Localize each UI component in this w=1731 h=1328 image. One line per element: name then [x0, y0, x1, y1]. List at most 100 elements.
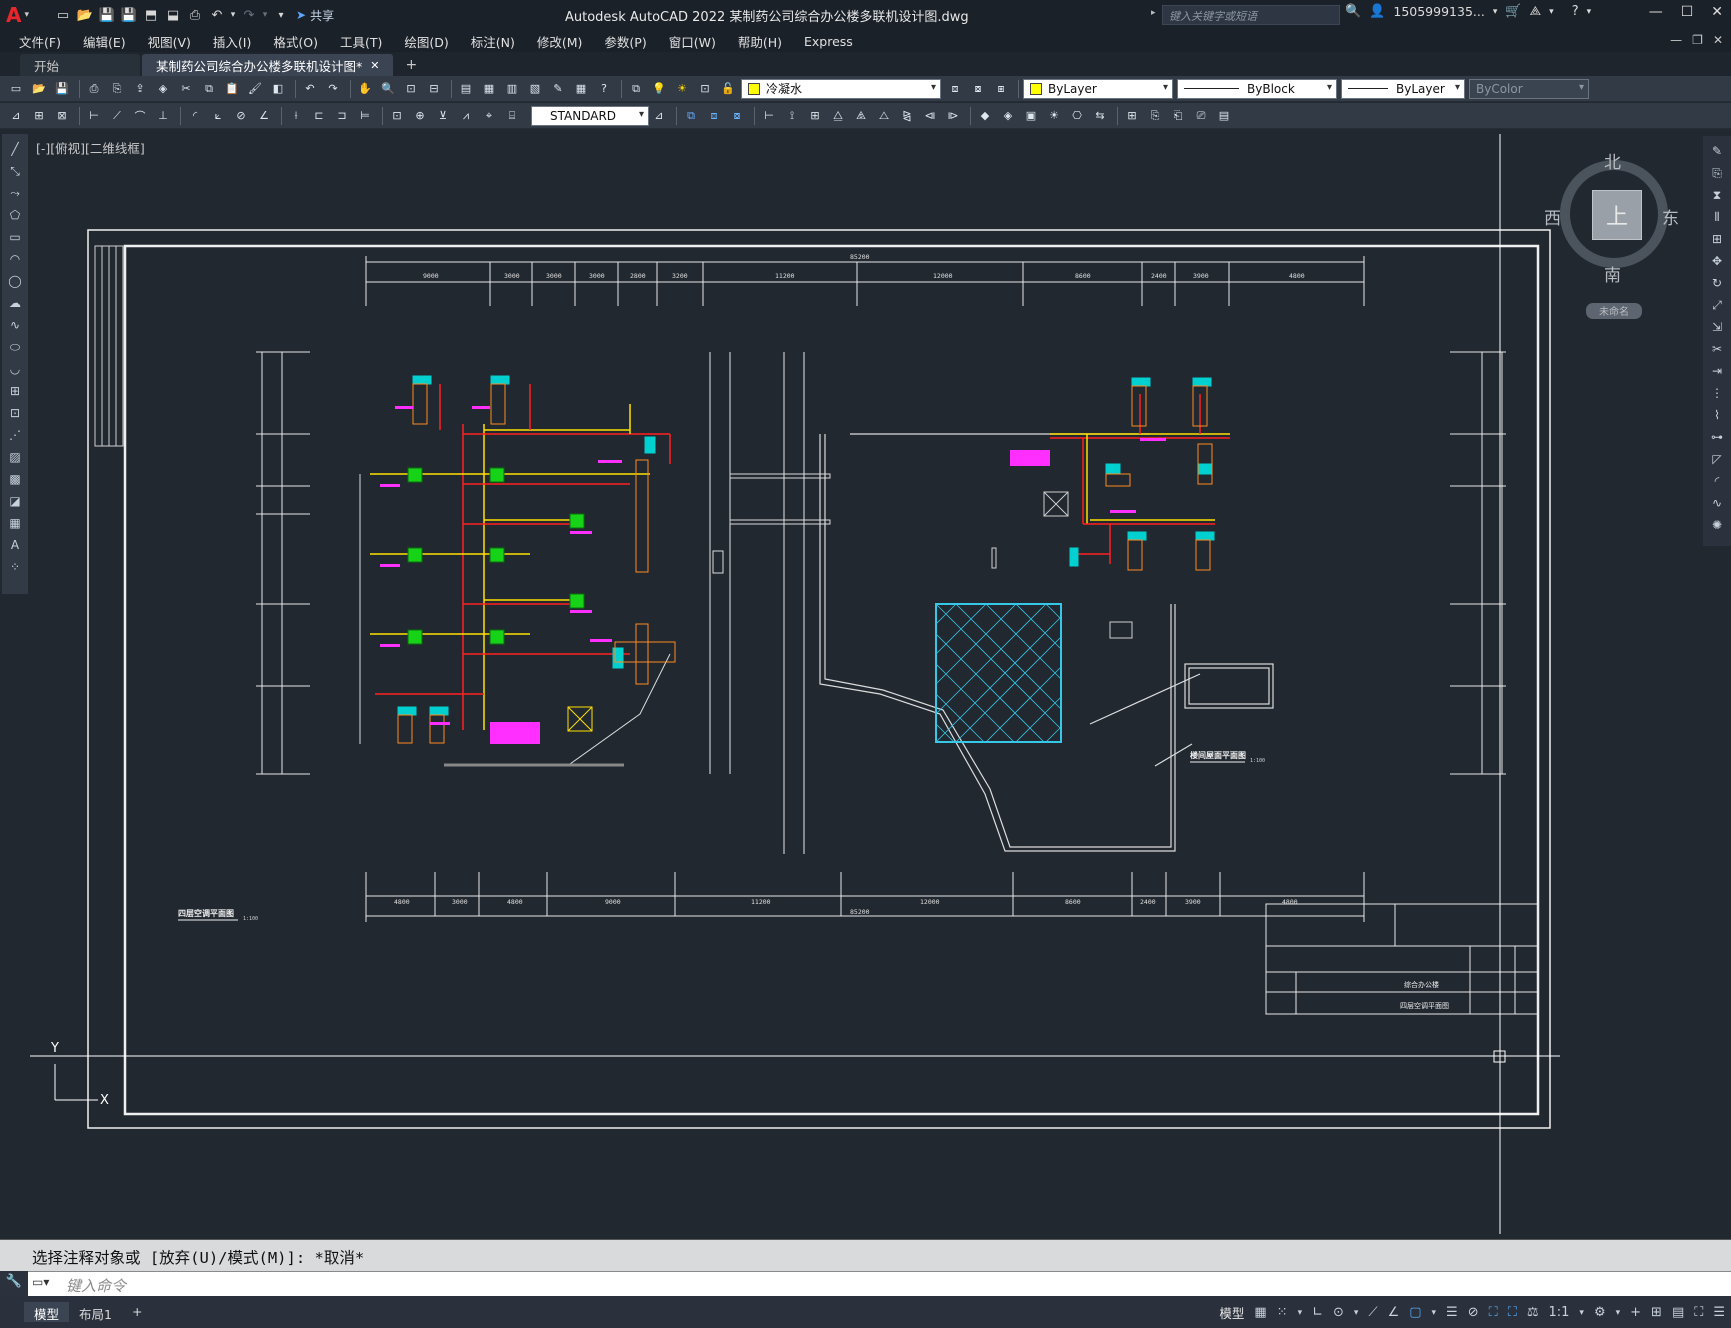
continue-dim-icon[interactable]: ⊐	[332, 106, 352, 126]
redo-dropdown-icon[interactable]: ▾	[260, 4, 270, 26]
autodesk-app-icon[interactable]: ⟁	[1530, 4, 1542, 19]
offset-icon[interactable]: ⫴	[1708, 208, 1726, 226]
menu-draw[interactable]: 绘图(D)	[393, 32, 459, 51]
layer-state-icon[interactable]: ⧆	[991, 79, 1011, 99]
search-input[interactable]: 键入关键字或短语	[1162, 5, 1340, 25]
ucs-3point-icon[interactable]: ⊞	[805, 106, 825, 126]
frame-icon[interactable]: ▤	[1214, 106, 1234, 126]
clean-screen-icon[interactable]: ⛶	[1694, 1305, 1703, 1320]
insert-image-icon[interactable]: ⊞	[1122, 106, 1142, 126]
annotation-scale-icon[interactable]: ⚖	[1527, 1305, 1539, 1320]
workspace-dropdown-icon[interactable]: ▾	[1616, 1308, 1621, 1318]
add-selected-icon[interactable]: ⁘	[6, 558, 24, 576]
undo-icon-2[interactable]: ↶	[300, 79, 320, 99]
properties-icon[interactable]: ▤	[456, 79, 476, 99]
walk-icon[interactable]: ⇆	[1090, 106, 1110, 126]
zoom-realtime-icon[interactable]: 🔍	[378, 79, 398, 99]
move-icon[interactable]: ✥	[1708, 252, 1726, 270]
new-icon[interactable]: ▭	[6, 79, 26, 99]
tolerance-icon[interactable]: ⊡	[387, 106, 407, 126]
viewcube[interactable]: 上 北 南 西 东 未命名	[1540, 148, 1690, 319]
doc-minimize-icon[interactable]: —	[1670, 33, 1682, 47]
arc-icon[interactable]: ◠	[6, 250, 24, 268]
open-file-icon[interactable]: 📂	[74, 4, 96, 26]
new-tab-icon[interactable]: +	[395, 54, 427, 76]
polyline-icon[interactable]: ⤳	[6, 184, 24, 202]
make-block-icon-2[interactable]: ⊡	[6, 404, 24, 422]
ucs-view-icon[interactable]: ⧍	[874, 106, 894, 126]
drawing-canvas[interactable]: 85200 9000 3000 3000 3000 2800 3200 1120…	[30, 134, 1695, 1234]
ucs-icon[interactable]: ⧉	[681, 106, 701, 126]
arc-length-icon[interactable]: ⌒	[130, 106, 150, 126]
user-name[interactable]: 1505999135...	[1393, 4, 1484, 19]
dim-edit-icon[interactable]: ⌖	[479, 106, 499, 126]
jogged-linear-icon[interactable]: ⩘	[456, 106, 476, 126]
annotation-visibility-icon[interactable]: ⛶	[1489, 1305, 1498, 1320]
help-icon-2[interactable]: ?	[594, 79, 614, 99]
menu-parametric[interactable]: 参数(P)	[593, 32, 657, 51]
customization-icon[interactable]: ☰	[1713, 1305, 1725, 1320]
spline-icon[interactable]: ∿	[6, 316, 24, 334]
color-dropdown[interactable]: ByLayer ▾	[1023, 78, 1173, 99]
zoom-previous-icon[interactable]: ⊟	[424, 79, 444, 99]
workspace-icon[interactable]: ⚙	[1594, 1305, 1606, 1320]
menu-file[interactable]: 文件(F)	[8, 32, 72, 51]
line-icon[interactable]: ╱	[6, 140, 24, 158]
diameter-dim-icon[interactable]: ⊘	[231, 106, 251, 126]
add-layout-icon[interactable]: +	[122, 1302, 152, 1322]
shade-icon[interactable]: ◆	[975, 106, 995, 126]
plot-icon[interactable]: ⎙	[184, 4, 206, 26]
linear-dim-icon[interactable]: ⊢	[84, 106, 104, 126]
block-editor-icon[interactable]: ◧	[268, 79, 288, 99]
mirror-icon[interactable]: ⧗	[1708, 186, 1726, 204]
hatch-icon[interactable]: ▨	[6, 448, 24, 466]
help-dropdown-icon[interactable]: ▾	[1587, 7, 1592, 17]
copy-icon[interactable]: ⧉	[199, 79, 219, 99]
insert-block-icon[interactable]: ⊠	[52, 106, 72, 126]
join-icon[interactable]: ⊶	[1708, 428, 1726, 446]
annotation-monitor-icon[interactable]: +	[1630, 1305, 1641, 1320]
transparency-icon[interactable]: ⊘	[1468, 1305, 1479, 1320]
viewcube-east[interactable]: 东	[1662, 204, 1679, 229]
rectangle-icon[interactable]: ▭	[6, 228, 24, 246]
gradient-icon[interactable]: ▩	[6, 470, 24, 488]
viewcube-south[interactable]: 南	[1604, 261, 1621, 286]
ucs-y-icon[interactable]: ⧏	[920, 106, 940, 126]
dim-space-icon[interactable]: ⊨	[355, 106, 375, 126]
explode-icon[interactable]: ✺	[1708, 516, 1726, 534]
camera-icon[interactable]: ⎔	[1067, 106, 1087, 126]
object-snap-icon[interactable]: ▢	[1409, 1305, 1421, 1320]
command-prompt-icon[interactable]: ▭▾	[32, 1275, 60, 1293]
object-snap-dropdown-icon[interactable]: ▾	[1432, 1308, 1437, 1318]
web-save-icon[interactable]: ⬓	[162, 4, 184, 26]
ucs-previous-icon[interactable]: ⧇	[727, 106, 747, 126]
open-icon[interactable]: 📂	[29, 79, 49, 99]
dim-style-manager-icon[interactable]: ⊿	[649, 106, 669, 126]
menu-format[interactable]: 格式(O)	[262, 32, 329, 51]
break-at-point-icon[interactable]: ⋮	[1708, 384, 1726, 402]
plot-icon-2[interactable]: ⎙	[84, 79, 104, 99]
ucs-zaxis-icon[interactable]: ⟟	[782, 106, 802, 126]
save-icon-2[interactable]: 💾	[52, 79, 72, 99]
menu-tools[interactable]: 工具(T)	[329, 32, 393, 51]
menu-modify[interactable]: 修改(M)	[526, 32, 594, 51]
doc-close-icon[interactable]: ✕	[1713, 33, 1723, 47]
close-tab-icon[interactable]: ✕	[370, 59, 379, 72]
attach-icon[interactable]: ⎘	[1145, 106, 1165, 126]
quick-dim-icon[interactable]: ⊿	[6, 106, 26, 126]
zoom-window-icon[interactable]: ⊡	[401, 79, 421, 99]
plot-preview-icon[interactable]: ⎘	[107, 79, 127, 99]
ucs-object-icon[interactable]: ⧋	[828, 106, 848, 126]
inspect-icon[interactable]: ⊻	[433, 106, 453, 126]
tool-palettes-icon[interactable]: ▥	[502, 79, 522, 99]
autocad-logo-icon[interactable]: A ▾	[6, 2, 32, 28]
units-icon[interactable]: ⊞	[1651, 1305, 1662, 1320]
cut-icon[interactable]: ✂	[176, 79, 196, 99]
object-snap-tracking-icon[interactable]: ∠	[1388, 1305, 1400, 1320]
command-input[interactable]: ▭▾ 键入命令	[28, 1271, 1731, 1296]
viewcube-west[interactable]: 西	[1544, 204, 1561, 229]
extend-icon[interactable]: ⇥	[1708, 362, 1726, 380]
center-mark-icon[interactable]: ⊕	[410, 106, 430, 126]
chamfer-icon[interactable]: ◸	[1708, 450, 1726, 468]
radius-dim-icon[interactable]: ◜	[185, 106, 205, 126]
